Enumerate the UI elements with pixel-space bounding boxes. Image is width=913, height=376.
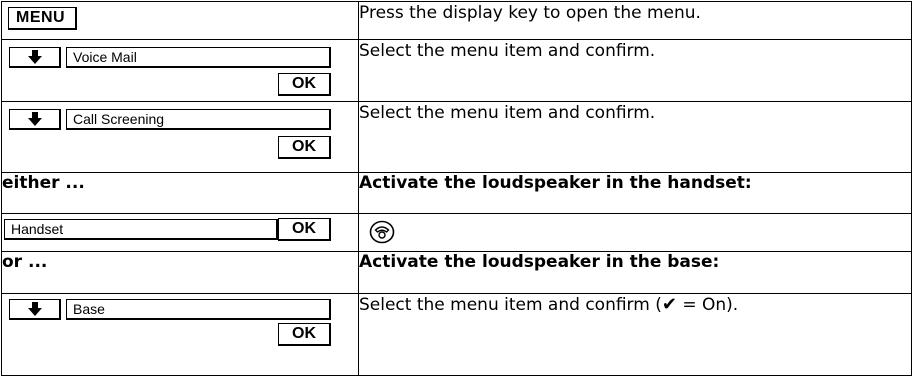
option-heading: Activate the loudspeaker in the base: xyxy=(358,251,912,294)
key-cell: MENU xyxy=(1,1,359,40)
menu-key[interactable]: MENU xyxy=(8,7,77,30)
arrow-down-icon xyxy=(27,302,42,316)
instruction-text: Select the menu item and confirm. xyxy=(358,39,912,102)
option-heading: Activate the loudspeaker in the handset: xyxy=(358,172,912,214)
table-row: Voice Mail OK Select the menu item and c… xyxy=(1,39,912,102)
table-row: Call Screening OK Select the menu item a… xyxy=(1,101,912,173)
key-cell: Call Screening OK xyxy=(1,101,359,173)
table-row: either ... Activate the loudspeaker in t… xyxy=(1,172,912,214)
ok-key[interactable]: OK xyxy=(278,323,331,346)
table-row: or ... Activate the loudspeaker in the b… xyxy=(1,251,912,294)
table-row: Base OK Select the menu item and confirm… xyxy=(1,293,912,376)
instruction-text-end: = On). xyxy=(676,295,739,315)
ok-key[interactable]: OK xyxy=(278,136,331,159)
option-label: or ... xyxy=(1,251,359,294)
menu-item-field[interactable]: Voice Mail xyxy=(66,47,331,68)
table-row: Handset OK xyxy=(1,213,912,252)
instruction-text: Press the display key to open the menu. xyxy=(358,1,912,40)
menu-item-field[interactable]: Handset xyxy=(4,219,278,240)
handset-key-icon xyxy=(369,220,395,244)
ok-key[interactable]: OK xyxy=(278,73,331,96)
down-arrow-key[interactable] xyxy=(9,109,61,130)
down-arrow-key[interactable] xyxy=(9,47,61,68)
instruction-table: MENU Press the display key to open the m… xyxy=(1,1,912,376)
key-cell: Base OK xyxy=(1,293,359,376)
instruction-text-start: Select the menu item and confirm ( xyxy=(359,295,662,315)
checkmark-icon: ✔ xyxy=(661,294,677,315)
menu-item-field[interactable]: Call Screening xyxy=(66,109,331,130)
instruction-text: Select the menu item and confirm (✔ = On… xyxy=(358,293,912,376)
arrow-down-icon xyxy=(27,50,42,64)
ok-key[interactable]: OK xyxy=(278,218,331,241)
instruction-text: Select the menu item and confirm. xyxy=(358,101,912,173)
key-cell: Handset OK xyxy=(1,213,359,252)
option-label: either ... xyxy=(1,172,359,214)
menu-item-field[interactable]: Base xyxy=(66,299,331,320)
table-row: MENU Press the display key to open the m… xyxy=(1,1,912,40)
arrow-down-icon xyxy=(27,112,42,126)
instruction-cell xyxy=(358,213,912,252)
down-arrow-key[interactable] xyxy=(9,299,61,320)
key-cell: Voice Mail OK xyxy=(1,39,359,102)
